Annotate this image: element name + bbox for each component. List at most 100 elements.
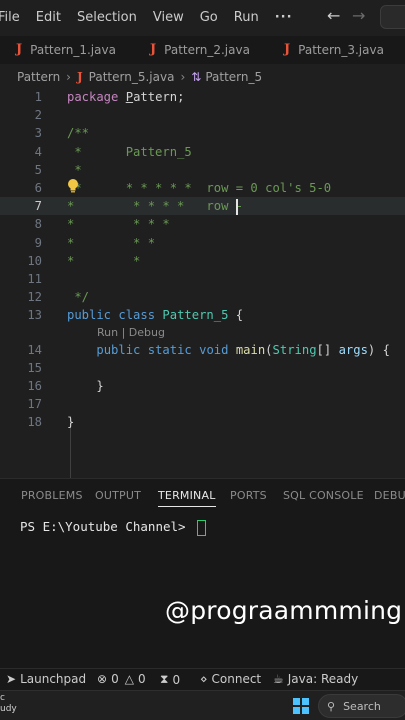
line-number: 5	[34, 162, 42, 177]
line-code: /**	[67, 126, 90, 141]
code-line[interactable]: 2	[0, 106, 405, 124]
line-number: 6	[34, 181, 42, 195]
line-code: * * * * * * row = 0 col's 5-0	[67, 181, 332, 195]
line-code: public static void main(String[] args) {	[96, 342, 390, 357]
code-line[interactable]: 5 *	[0, 161, 405, 179]
line-number: 18	[27, 415, 42, 430]
code-line[interactable]: 14 public static void main(String[] args…	[0, 341, 405, 359]
menu-run[interactable]: Run	[234, 10, 259, 25]
line-code: * * * *	[67, 217, 170, 232]
lightbulb-icon[interactable]	[66, 178, 80, 194]
line-code: * *	[67, 253, 141, 268]
line-code: }	[96, 379, 104, 393]
text-cursor	[236, 199, 238, 215]
line-number: 14	[27, 342, 42, 357]
tab-pattern-1[interactable]: J Pattern_1.java	[16, 42, 116, 57]
breadcrumb-symbol[interactable]: Pattern_5	[205, 70, 262, 84]
terminal-prompt: PS E:\Youtube Channel>	[20, 519, 194, 534]
status-launchpad[interactable]: ➤ Launchpad	[6, 672, 86, 686]
tab-pattern-2[interactable]: J Pattern_2.java	[150, 42, 250, 57]
line-number: 3	[34, 126, 42, 141]
code-line[interactable]: 8 * * * *	[0, 215, 405, 233]
back-arrow-icon[interactable]: ←	[327, 6, 340, 25]
windows-taskbar: c udy ⚲ Search	[0, 690, 405, 720]
tab-sql-console[interactable]: SQL CONSOLE	[283, 489, 364, 502]
tab-label: Pattern_2.java	[164, 42, 250, 57]
breadcrumb: Pattern › J Pattern_5.java › ⇅ Pattern_5	[0, 68, 405, 86]
broadcast-icon: ⧗	[160, 672, 169, 686]
channel-watermark: @prograammming	[165, 596, 403, 625]
line-number: 9	[34, 235, 42, 250]
tab-problems[interactable]: PROBLEMS	[21, 489, 83, 502]
code-line[interactable]: 17	[0, 395, 405, 413]
status-bar: ➤ Launchpad ⊗ 0 △ 0 ⧗ 0 ⋄ Connect ☕ Java…	[0, 668, 405, 690]
java-status-label: Java: Ready	[287, 672, 359, 686]
java-file-icon: J	[150, 42, 157, 57]
code-line[interactable]: 15	[0, 359, 405, 377]
status-connect[interactable]: ⋄ Connect	[200, 672, 261, 686]
rocket-icon: ➤	[6, 672, 17, 686]
line-number: 17	[27, 397, 42, 412]
java-file-icon: J	[16, 42, 23, 57]
error-count: 0	[111, 672, 119, 686]
line-code: }	[67, 415, 75, 430]
menu-go[interactable]: Go	[200, 10, 218, 25]
menu-selection[interactable]: Selection	[77, 10, 137, 25]
terminal-prompt-line[interactable]: PS E:\Youtube Channel>	[20, 519, 207, 536]
weather-widget[interactable]: c udy	[0, 693, 17, 715]
code-line[interactable]: 4 * Pattern_5	[0, 143, 405, 161]
line-number: 8	[34, 217, 42, 232]
line-number: 13	[27, 308, 42, 323]
menu-file[interactable]: File	[0, 10, 20, 25]
status-java[interactable]: ☕ Java: Ready	[273, 672, 358, 686]
tab-output[interactable]: OUTPUT	[95, 489, 141, 502]
code-line[interactable]: 18}	[0, 413, 405, 431]
code-line[interactable]: 7 * * * * * row -	[0, 197, 405, 216]
line-number: 15	[27, 360, 42, 375]
line-number: 12	[27, 290, 42, 305]
line-number: 16	[27, 379, 42, 393]
ports-count: 0	[172, 672, 181, 687]
search-icon: ⚲	[327, 699, 336, 713]
java-file-icon: J	[76, 70, 83, 84]
tab-debug-console[interactable]: DEBUG	[374, 489, 405, 502]
panel-tabs: PROBLEMS OUTPUT TERMINAL PORTS SQL CONSO…	[0, 489, 405, 509]
code-line[interactable]: 13 public class Pattern_5 {	[0, 306, 405, 324]
command-center-search[interactable]	[380, 5, 405, 29]
tab-terminal[interactable]: TERMINAL	[158, 489, 216, 507]
java-file-icon: J	[284, 42, 291, 57]
code-line[interactable]: 12 */	[0, 288, 405, 306]
line-code: * Pattern_5	[67, 144, 192, 159]
code-line[interactable]: 1 package Pattern;	[0, 88, 405, 106]
menu-more-button[interactable]: ···	[275, 10, 293, 25]
search-label: Search	[343, 699, 381, 713]
code-line[interactable]: 11	[0, 270, 405, 288]
taskbar-search[interactable]: ⚲ Search	[318, 694, 405, 718]
status-launchpad-label: Launchpad	[20, 672, 87, 686]
menu-bar: File Edit Selection View Go Run ··· ← →	[0, 0, 405, 34]
chevron-right-icon: ›	[180, 70, 186, 84]
status-problems[interactable]: ⊗ 0 △ 0	[97, 672, 146, 686]
forward-arrow-icon[interactable]: →	[352, 6, 365, 25]
weather-temp: c	[0, 693, 5, 703]
code-line[interactable]: 3 /**	[0, 124, 405, 142]
line-number: 4	[34, 144, 42, 159]
code-editor[interactable]: 1 package Pattern; 2 3/** 4 * Pattern_5 5 * 6 …	[0, 86, 405, 488]
codelens-run-debug[interactable]: Run | Debug	[97, 326, 165, 339]
code-line[interactable]: 10 * *	[0, 252, 405, 270]
breadcrumb-folder[interactable]: Pattern	[17, 70, 60, 84]
code-line[interactable]: 16 }	[0, 377, 405, 395]
windows-start-icon[interactable]	[293, 698, 309, 714]
tab-ports[interactable]: PORTS	[230, 489, 267, 502]
code-line[interactable]: 9 * * *	[0, 234, 405, 252]
menu-view[interactable]: View	[153, 10, 184, 25]
breadcrumb-file[interactable]: Pattern_5.java	[89, 70, 175, 84]
menu-edit[interactable]: Edit	[36, 10, 61, 25]
line-number: 2	[34, 108, 42, 123]
code-line[interactable]: 6 * * * * * * row = 0 col's 5-0	[0, 179, 405, 197]
java-coffee-icon: ☕	[273, 672, 284, 686]
class-symbol-icon: ⇅	[191, 70, 202, 84]
line-code: * * *	[67, 235, 156, 250]
status-ports[interactable]: ⧗ 0	[160, 672, 180, 687]
tab-pattern-3[interactable]: J Pattern_3.java	[284, 42, 384, 57]
